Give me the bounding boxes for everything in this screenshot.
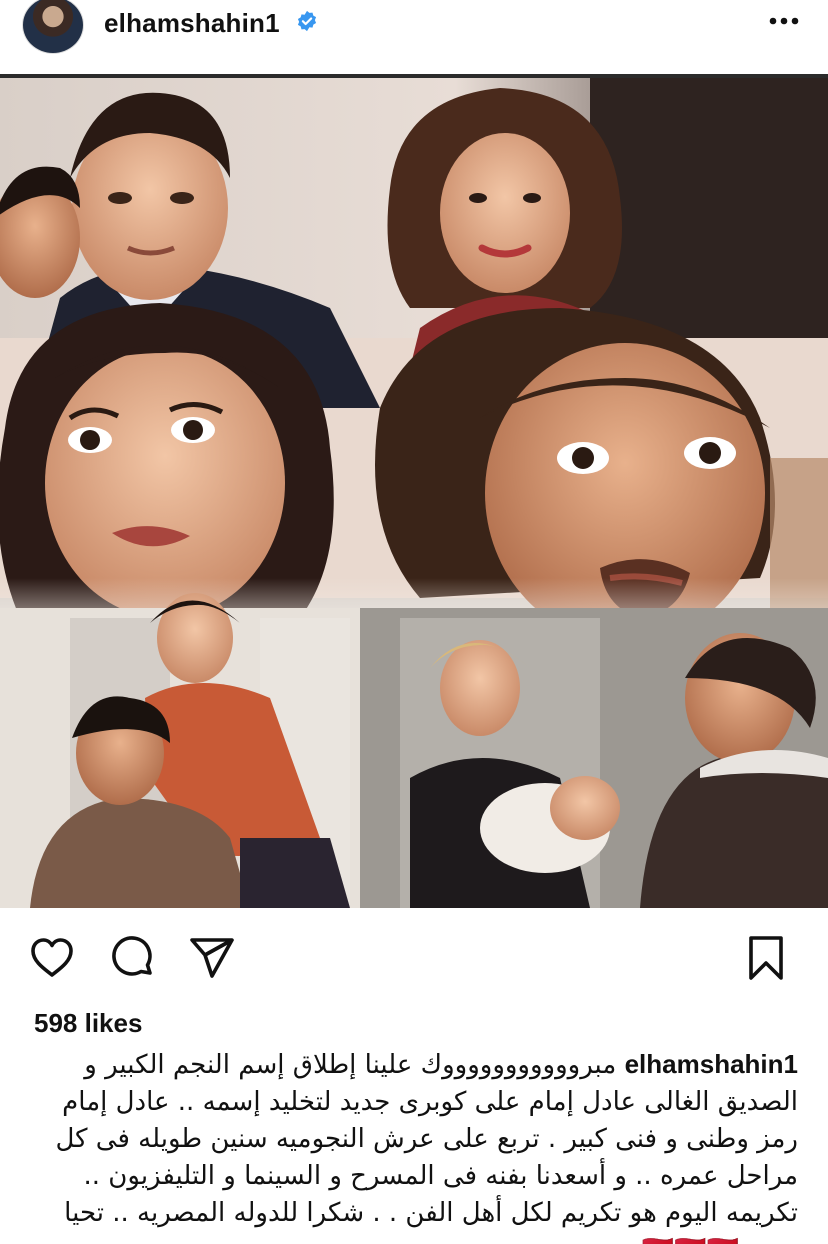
heart-icon[interactable] (28, 934, 76, 982)
post-actions (0, 918, 828, 998)
bookmark-icon[interactable] (742, 934, 790, 982)
post-username[interactable]: elhamshahin1 (104, 8, 280, 39)
profile-avatar[interactable] (22, 0, 84, 54)
verified-badge-icon (297, 10, 317, 32)
share-icon[interactable] (188, 934, 236, 982)
caption-username[interactable]: elhamshahin1 (625, 1049, 798, 1079)
post-caption: elhamshahin1 مبروووووووووووك علينا إطلاق… (28, 1046, 798, 1244)
caption-text: مبروووووووووووك علينا إطلاق إسم النجم ال… (55, 1050, 798, 1244)
likes-count[interactable]: 598 likes (34, 1008, 142, 1039)
post-image[interactable] (0, 78, 828, 908)
more-options-icon[interactable] (766, 6, 802, 36)
comment-icon[interactable] (108, 934, 156, 982)
post-header: elhamshahin1 (0, 0, 828, 76)
